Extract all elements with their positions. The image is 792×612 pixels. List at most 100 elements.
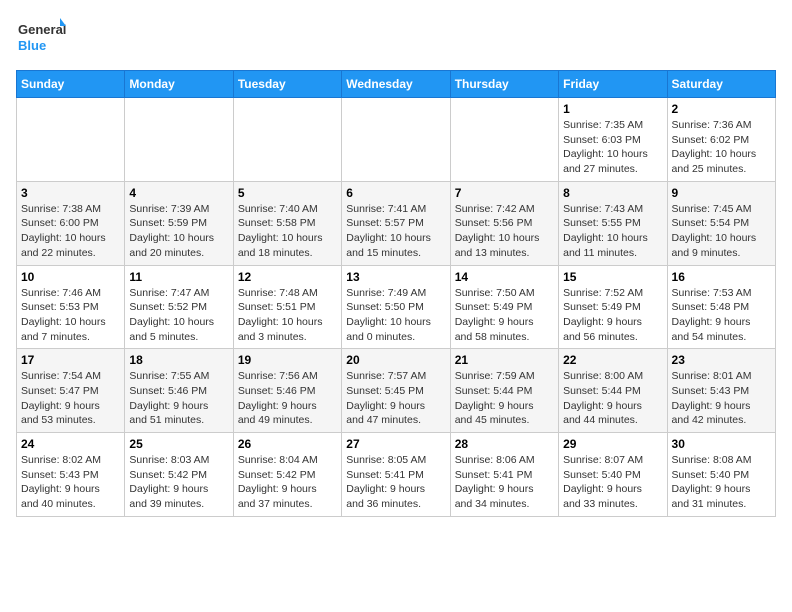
day-number: 22 — [563, 353, 662, 367]
cell-content: Sunrise: 7:46 AMSunset: 5:53 PMDaylight:… — [21, 286, 120, 345]
calendar-cell: 17 Sunrise: 7:54 AMSunset: 5:47 PMDayligh… — [17, 349, 125, 433]
cell-content: Sunrise: 8:00 AMSunset: 5:44 PMDaylight:… — [563, 369, 662, 428]
calendar-cell: 6Sunrise: 7:41 AMSunset: 5:57 PMDaylight… — [342, 181, 450, 265]
cell-content: Sunrise: 7:38 AMSunset: 6:00 PMDaylight:… — [21, 202, 120, 261]
weekday-header-row: SundayMondayTuesdayWednesdayThursdayFrid… — [17, 71, 776, 98]
day-number: 7 — [455, 186, 554, 200]
cell-content: Sunrise: 7:59 AMSunset: 5:44 PMDaylight:… — [455, 369, 554, 428]
calendar-cell: 30 Sunrise: 8:08 AMSunset: 5:40 PMDayligh… — [667, 433, 775, 517]
calendar-table: SundayMondayTuesdayWednesdayThursdayFrid… — [16, 70, 776, 517]
cell-content: Sunrise: 8:08 AMSunset: 5:40 PMDaylight:… — [672, 453, 771, 512]
calendar-cell: 27 Sunrise: 8:05 AMSunset: 5:41 PMDayligh… — [342, 433, 450, 517]
day-number: 28 — [455, 437, 554, 451]
calendar-cell: 12Sunrise: 7:48 AMSunset: 5:51 PMDayligh… — [233, 265, 341, 349]
day-number: 3 — [21, 186, 120, 200]
day-number: 16 — [672, 270, 771, 284]
cell-content: Sunrise: 8:05 AMSunset: 5:41 PMDaylight:… — [346, 453, 445, 512]
calendar-cell: 29Sunrise: 8:07 AMSunset: 5:40 PMDayligh… — [559, 433, 667, 517]
weekday-header-monday: Monday — [125, 71, 233, 98]
cell-content: Sunrise: 7:50 AMSunset: 5:49 PMDaylight:… — [455, 286, 554, 345]
cell-content: Sunrise: 7:52 AMSunset: 5:49 PMDaylight:… — [563, 286, 662, 345]
cell-content: Sunrise: 7:40 AMSunset: 5:58 PMDaylight:… — [238, 202, 337, 261]
cell-content: Sunrise: 7:47 AMSunset: 5:52 PMDaylight:… — [129, 286, 228, 345]
day-number: 8 — [563, 186, 662, 200]
cell-content: Sunrise: 7:35 AMSunset: 6:03 PMDaylight:… — [563, 118, 662, 177]
page-header: General Blue — [16, 16, 776, 60]
calendar-cell: 1Sunrise: 7:35 AMSunset: 6:03 PMDaylight… — [559, 98, 667, 182]
svg-text:General: General — [18, 22, 66, 37]
calendar-cell: 7 Sunrise: 7:42 AMSunset: 5:56 PMDaylight… — [450, 181, 558, 265]
cell-content: Sunrise: 7:54 AMSunset: 5:47 PMDaylight:… — [21, 369, 120, 428]
cell-content: Sunrise: 7:39 AMSunset: 5:59 PMDaylight:… — [129, 202, 228, 261]
day-number: 10 — [21, 270, 120, 284]
calendar-cell: 8 Sunrise: 7:43 AMSunset: 5:55 PMDaylight… — [559, 181, 667, 265]
weekday-header-thursday: Thursday — [450, 71, 558, 98]
calendar-cell — [342, 98, 450, 182]
cell-content: Sunrise: 7:41 AMSunset: 5:57 PMDaylight:… — [346, 202, 445, 261]
logo: General Blue — [16, 16, 66, 60]
day-number: 27 — [346, 437, 445, 451]
calendar-cell: 14Sunrise: 7:50 AMSunset: 5:49 PMDayligh… — [450, 265, 558, 349]
calendar-header: SundayMondayTuesdayWednesdayThursdayFrid… — [17, 71, 776, 98]
day-number: 29 — [563, 437, 662, 451]
calendar-cell: 2 Sunrise: 7:36 AMSunset: 6:02 PMDaylight… — [667, 98, 775, 182]
calendar-week-1: 1Sunrise: 7:35 AMSunset: 6:03 PMDaylight… — [17, 98, 776, 182]
calendar-cell: 24 Sunrise: 8:02 AMSunset: 5:43 PMDayligh… — [17, 433, 125, 517]
cell-content: Sunrise: 8:02 AMSunset: 5:43 PMDaylight:… — [21, 453, 120, 512]
logo-svg: General Blue — [16, 16, 66, 60]
day-number: 21 — [455, 353, 554, 367]
calendar-cell: 19 Sunrise: 7:56 AMSunset: 5:46 PMDayligh… — [233, 349, 341, 433]
weekday-header-wednesday: Wednesday — [342, 71, 450, 98]
calendar-cell — [450, 98, 558, 182]
calendar-cell: 11 Sunrise: 7:47 AMSunset: 5:52 PMDayligh… — [125, 265, 233, 349]
day-number: 15 — [563, 270, 662, 284]
calendar-week-4: 17 Sunrise: 7:54 AMSunset: 5:47 PMDayligh… — [17, 349, 776, 433]
day-number: 17 — [21, 353, 120, 367]
calendar-cell — [17, 98, 125, 182]
cell-content: Sunrise: 7:55 AMSunset: 5:46 PMDaylight:… — [129, 369, 228, 428]
day-number: 18 — [129, 353, 228, 367]
day-number: 23 — [672, 353, 771, 367]
calendar-cell: 3 Sunrise: 7:38 AMSunset: 6:00 PMDaylight… — [17, 181, 125, 265]
day-number: 20 — [346, 353, 445, 367]
calendar-cell: 28 Sunrise: 8:06 AMSunset: 5:41 PMDayligh… — [450, 433, 558, 517]
calendar-cell: 16 Sunrise: 7:53 AMSunset: 5:48 PMDayligh… — [667, 265, 775, 349]
day-number: 26 — [238, 437, 337, 451]
calendar-cell: 20 Sunrise: 7:57 AMSunset: 5:45 PMDayligh… — [342, 349, 450, 433]
calendar-cell: 10 Sunrise: 7:46 AMSunset: 5:53 PMDayligh… — [17, 265, 125, 349]
day-number: 5 — [238, 186, 337, 200]
cell-content: Sunrise: 7:48 AMSunset: 5:51 PMDaylight:… — [238, 286, 337, 345]
cell-content: Sunrise: 7:36 AMSunset: 6:02 PMDaylight:… — [672, 118, 771, 177]
calendar-cell: 25Sunrise: 8:03 AMSunset: 5:42 PMDayligh… — [125, 433, 233, 517]
day-number: 11 — [129, 270, 228, 284]
calendar-cell — [125, 98, 233, 182]
weekday-header-sunday: Sunday — [17, 71, 125, 98]
day-number: 19 — [238, 353, 337, 367]
weekday-header-tuesday: Tuesday — [233, 71, 341, 98]
calendar-week-2: 3 Sunrise: 7:38 AMSunset: 6:00 PMDaylight… — [17, 181, 776, 265]
calendar-body: 1Sunrise: 7:35 AMSunset: 6:03 PMDaylight… — [17, 98, 776, 517]
svg-text:Blue: Blue — [18, 38, 46, 53]
calendar-cell: 5 Sunrise: 7:40 AMSunset: 5:58 PMDaylight… — [233, 181, 341, 265]
cell-content: Sunrise: 7:42 AMSunset: 5:56 PMDaylight:… — [455, 202, 554, 261]
calendar-week-5: 24 Sunrise: 8:02 AMSunset: 5:43 PMDayligh… — [17, 433, 776, 517]
day-number: 25 — [129, 437, 228, 451]
calendar-cell: 13Sunrise: 7:49 AMSunset: 5:50 PMDayligh… — [342, 265, 450, 349]
cell-content: Sunrise: 7:53 AMSunset: 5:48 PMDaylight:… — [672, 286, 771, 345]
day-number: 2 — [672, 102, 771, 116]
day-number: 13 — [346, 270, 445, 284]
day-number: 9 — [672, 186, 771, 200]
calendar-cell: 18 Sunrise: 7:55 AMSunset: 5:46 PMDayligh… — [125, 349, 233, 433]
cell-content: Sunrise: 7:57 AMSunset: 5:45 PMDaylight:… — [346, 369, 445, 428]
cell-content: Sunrise: 7:43 AMSunset: 5:55 PMDaylight:… — [563, 202, 662, 261]
day-number: 24 — [21, 437, 120, 451]
calendar-cell: 4Sunrise: 7:39 AMSunset: 5:59 PMDaylight… — [125, 181, 233, 265]
weekday-header-friday: Friday — [559, 71, 667, 98]
calendar-cell: 21 Sunrise: 7:59 AMSunset: 5:44 PMDayligh… — [450, 349, 558, 433]
calendar-week-3: 10 Sunrise: 7:46 AMSunset: 5:53 PMDayligh… — [17, 265, 776, 349]
cell-content: Sunrise: 8:01 AMSunset: 5:43 PMDaylight:… — [672, 369, 771, 428]
day-number: 30 — [672, 437, 771, 451]
cell-content: Sunrise: 7:56 AMSunset: 5:46 PMDaylight:… — [238, 369, 337, 428]
calendar-cell: 15 Sunrise: 7:52 AMSunset: 5:49 PMDayligh… — [559, 265, 667, 349]
cell-content: Sunrise: 8:06 AMSunset: 5:41 PMDaylight:… — [455, 453, 554, 512]
